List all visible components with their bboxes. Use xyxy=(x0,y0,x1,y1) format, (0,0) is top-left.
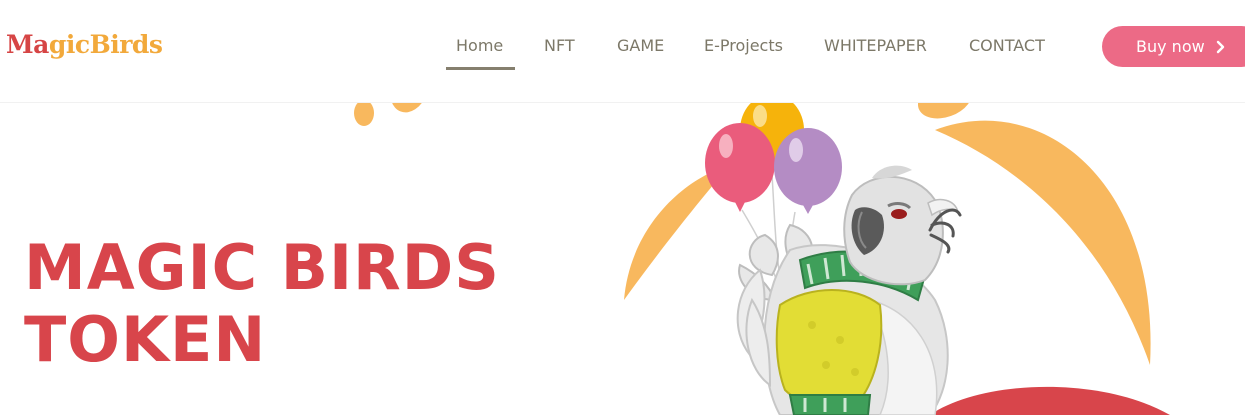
buy-now-label: Buy now xyxy=(1136,37,1205,56)
hero-title-line-2: TOKEN xyxy=(24,303,267,376)
nav-item-contact[interactable]: CONTACT xyxy=(969,36,1045,55)
buy-now-button[interactable]: Buy now xyxy=(1102,26,1245,67)
nav-item-game[interactable]: GAME xyxy=(617,36,664,55)
nav-item-whitepaper[interactable]: WHITEPAPER xyxy=(824,36,927,55)
purple-balloon xyxy=(774,128,842,214)
chevron-right-icon xyxy=(1216,40,1225,54)
nav-item-nft[interactable]: NFT xyxy=(544,36,575,55)
pink-balloon xyxy=(705,123,775,212)
active-nav-indicator xyxy=(446,67,515,70)
hero-title: MAGIC BIRDS TOKEN xyxy=(24,232,500,376)
yellow-vest xyxy=(775,289,883,415)
logo-text-red: Ma xyxy=(6,30,49,59)
site-header: MagicBirds Home NFT GAME E-Projects WHIT… xyxy=(0,0,1245,103)
hero-title-line-1: MAGIC BIRDS xyxy=(24,231,500,304)
brand-logo[interactable]: MagicBirds xyxy=(6,30,163,59)
logo-text-orange: gicBirds xyxy=(48,30,163,59)
parrot-head xyxy=(843,165,960,286)
nav-item-e-projects[interactable]: E-Projects xyxy=(704,36,783,55)
nav-item-home[interactable]: Home xyxy=(456,36,503,55)
